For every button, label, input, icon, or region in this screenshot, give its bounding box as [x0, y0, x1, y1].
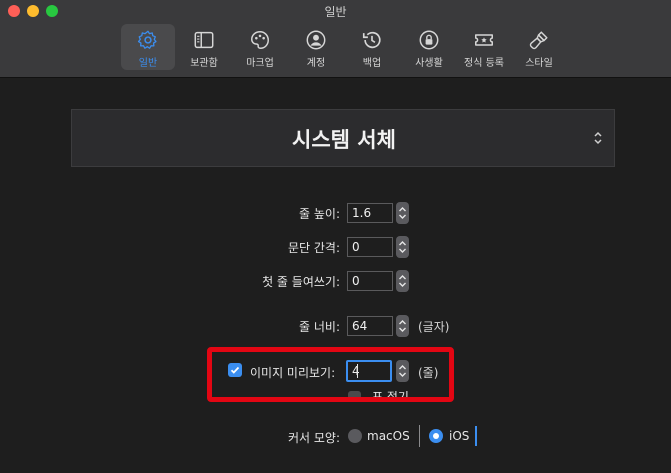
first-line-indent-input[interactable]: 0: [347, 271, 393, 291]
paragraph-spacing-input[interactable]: 0: [347, 237, 393, 257]
cursor-macos-label: macOS: [367, 429, 410, 443]
ios-cursor-preview: [475, 426, 477, 446]
history-icon: [362, 31, 381, 49]
chevron-updown-icon: [399, 207, 406, 219]
paragraph-spacing-label: 문단 간격:: [287, 241, 340, 255]
chevron-updown-icon: [399, 320, 406, 332]
tab-privacy-label: 사생활: [415, 58, 443, 69]
font-chevron-updown-icon[interactable]: [593, 131, 603, 147]
line-width-input[interactable]: 64: [347, 316, 393, 336]
tab-library-label: 보관함: [190, 58, 218, 69]
tab-backup[interactable]: 백업: [354, 24, 390, 70]
line-width-unit: (글자): [418, 320, 450, 334]
tab-registration[interactable]: 정식 등록: [459, 24, 509, 70]
line-height-stepper[interactable]: [396, 202, 409, 224]
lock-icon: [419, 30, 439, 50]
tab-registration-label: 정식 등록: [464, 58, 504, 69]
chevron-updown-icon: [399, 275, 406, 287]
tab-account-label: 계정: [306, 58, 326, 69]
first-line-indent-stepper[interactable]: [396, 270, 409, 292]
tab-backup-label: 백업: [362, 58, 382, 69]
tab-general[interactable]: 일반: [121, 24, 175, 70]
option-divider: [419, 425, 420, 447]
tab-style[interactable]: 스타일: [520, 24, 558, 70]
brush-icon: [529, 31, 548, 50]
line-height-input[interactable]: 1.6: [347, 203, 393, 223]
chevron-updown-icon: [399, 241, 406, 253]
person-icon: [306, 30, 326, 50]
tab-general-label: 일반: [138, 58, 158, 69]
line-width-label: 줄 너비:: [299, 320, 340, 334]
highlight-annotation-box: [207, 347, 454, 402]
tab-library[interactable]: 보관함: [181, 24, 227, 70]
cursor-shape-label: 커서 모양:: [287, 431, 340, 445]
font-name: 시스템 서체: [292, 128, 396, 152]
cursor-macos-radio[interactable]: [348, 429, 362, 443]
window-title: 일반: [324, 5, 347, 19]
line-height-label: 줄 높이:: [299, 207, 340, 221]
palette-icon: [251, 31, 269, 49]
window-titlebar: 일반 일반 보관함 마크업 계정 백업 사생활 정식 등록 스타일: [0, 0, 671, 78]
tab-markup-label: 마크업: [246, 58, 274, 69]
sidebar-icon: [194, 31, 214, 49]
preferences-toolbar: 일반 보관함 마크업 계정 백업 사생활 정식 등록 스타일: [0, 24, 671, 72]
first-line-indent-label: 첫 줄 들여쓰기:: [262, 275, 340, 289]
tab-account[interactable]: 계정: [297, 24, 335, 70]
font-selector[interactable]: 시스템 서체: [71, 109, 615, 167]
tab-markup[interactable]: 마크업: [239, 24, 281, 70]
line-width-stepper[interactable]: [396, 315, 409, 337]
cursor-ios-label: iOS: [449, 429, 470, 443]
cursor-ios-radio[interactable]: [429, 429, 443, 443]
paragraph-spacing-stepper[interactable]: [396, 236, 409, 258]
gear-icon: [137, 30, 157, 49]
tab-privacy[interactable]: 사생활: [408, 24, 450, 70]
ticket-icon: [475, 34, 493, 46]
tab-style-label: 스타일: [525, 58, 553, 69]
